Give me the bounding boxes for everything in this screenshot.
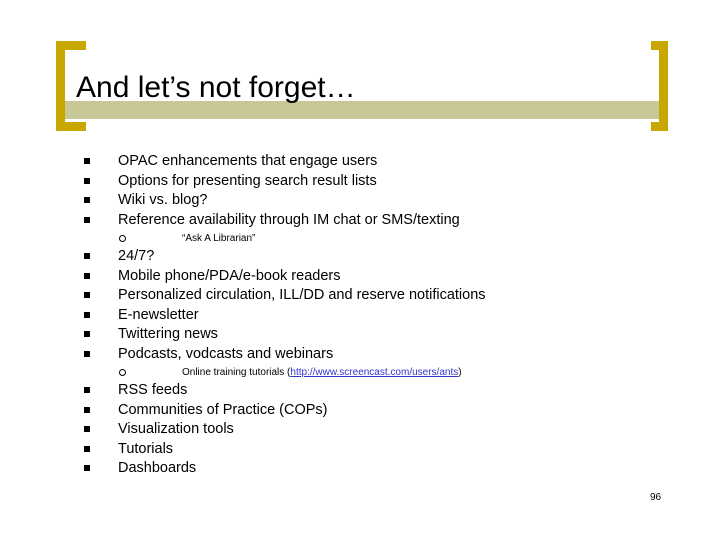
list-item-label: “Ask A Librarian” <box>182 233 256 244</box>
list-item: Dashboards <box>72 459 652 479</box>
square-bullet-icon <box>84 216 90 223</box>
list-item: Reference availability through IM chat o… <box>72 211 652 231</box>
list-item: Options for presenting search result lis… <box>72 172 652 192</box>
square-bullet-icon <box>84 272 90 279</box>
list-item-label: Online training tutorials ( <box>182 367 291 378</box>
square-bullet-icon <box>84 445 90 452</box>
list-item-label: Communities of Practice (COPs) <box>118 401 328 418</box>
square-bullet-icon <box>84 197 90 203</box>
list-item: OPAC enhancements that engage users <box>72 152 652 172</box>
list-item: Communities of Practice (COPs) <box>72 401 652 421</box>
list-item-label: Twittering news <box>118 326 218 342</box>
list-item: Personalized circulation, ILL/DD and res… <box>72 286 652 306</box>
list-item-label: Options for presenting search result lis… <box>118 172 377 189</box>
list-item: Visualization tools <box>72 420 652 440</box>
list-item: Tutorials <box>72 440 652 460</box>
list-item: 24/7? <box>72 247 652 267</box>
square-bullet-icon <box>84 331 90 337</box>
bullet-list: OPAC enhancements that engage users Optio… <box>72 152 652 479</box>
square-bullet-icon <box>84 406 90 413</box>
list-item-label: RSS feeds <box>118 382 188 398</box>
circle-bullet-icon <box>119 369 126 376</box>
square-bullet-icon <box>84 426 90 432</box>
page-title: And let’s not forget… <box>76 71 356 104</box>
list-item-label: Personalized circulation, ILL/DD and res… <box>118 287 486 303</box>
list-item-label: 24/7? <box>118 248 155 264</box>
square-bullet-icon <box>84 158 90 164</box>
page-number: 96 <box>650 492 662 503</box>
square-bullet-icon <box>84 311 90 318</box>
list-item-label: Tutorials <box>118 440 174 457</box>
list-item-label: Visualization tools <box>118 421 234 437</box>
list-item: RSS feeds <box>72 381 652 401</box>
square-bullet-icon <box>84 253 90 259</box>
tutorials-link[interactable]: http://www.screencast.com/users/ants <box>290 367 458 378</box>
list-item-label: Reference availability through IM chat o… <box>118 211 460 228</box>
square-bullet-icon <box>84 177 90 184</box>
list-item-label: Wiki vs. blog? <box>118 192 208 208</box>
sub-list-item: “Ask A Librarian” <box>72 230 652 247</box>
list-item: Podcasts, vodcasts and webinars <box>72 345 652 365</box>
list-item: Mobile phone/PDA/e-book readers <box>72 267 652 287</box>
sub-list-item: Online training tutorials (http://www.sc… <box>72 364 652 381</box>
square-bullet-icon <box>84 292 90 298</box>
list-item: E-newsletter <box>72 306 652 326</box>
square-bullet-icon <box>84 387 90 393</box>
square-bullet-icon <box>84 350 90 357</box>
list-item-label: Mobile phone/PDA/e-book readers <box>118 267 341 284</box>
list-item-label: E-newsletter <box>118 306 199 323</box>
list-item: Twittering news <box>72 325 652 345</box>
slide: And let’s not forget… OPAC enhancements … <box>0 0 720 540</box>
list-item-label: Dashboards <box>118 460 197 476</box>
list-item-label-suffix: ) <box>458 367 462 378</box>
list-item-label: Podcasts, vodcasts and webinars <box>118 345 334 362</box>
list-item-label: OPAC enhancements that engage users <box>118 153 378 169</box>
square-bullet-icon <box>84 465 90 471</box>
circle-bullet-icon <box>119 235 126 242</box>
list-item: Wiki vs. blog? <box>72 191 652 211</box>
